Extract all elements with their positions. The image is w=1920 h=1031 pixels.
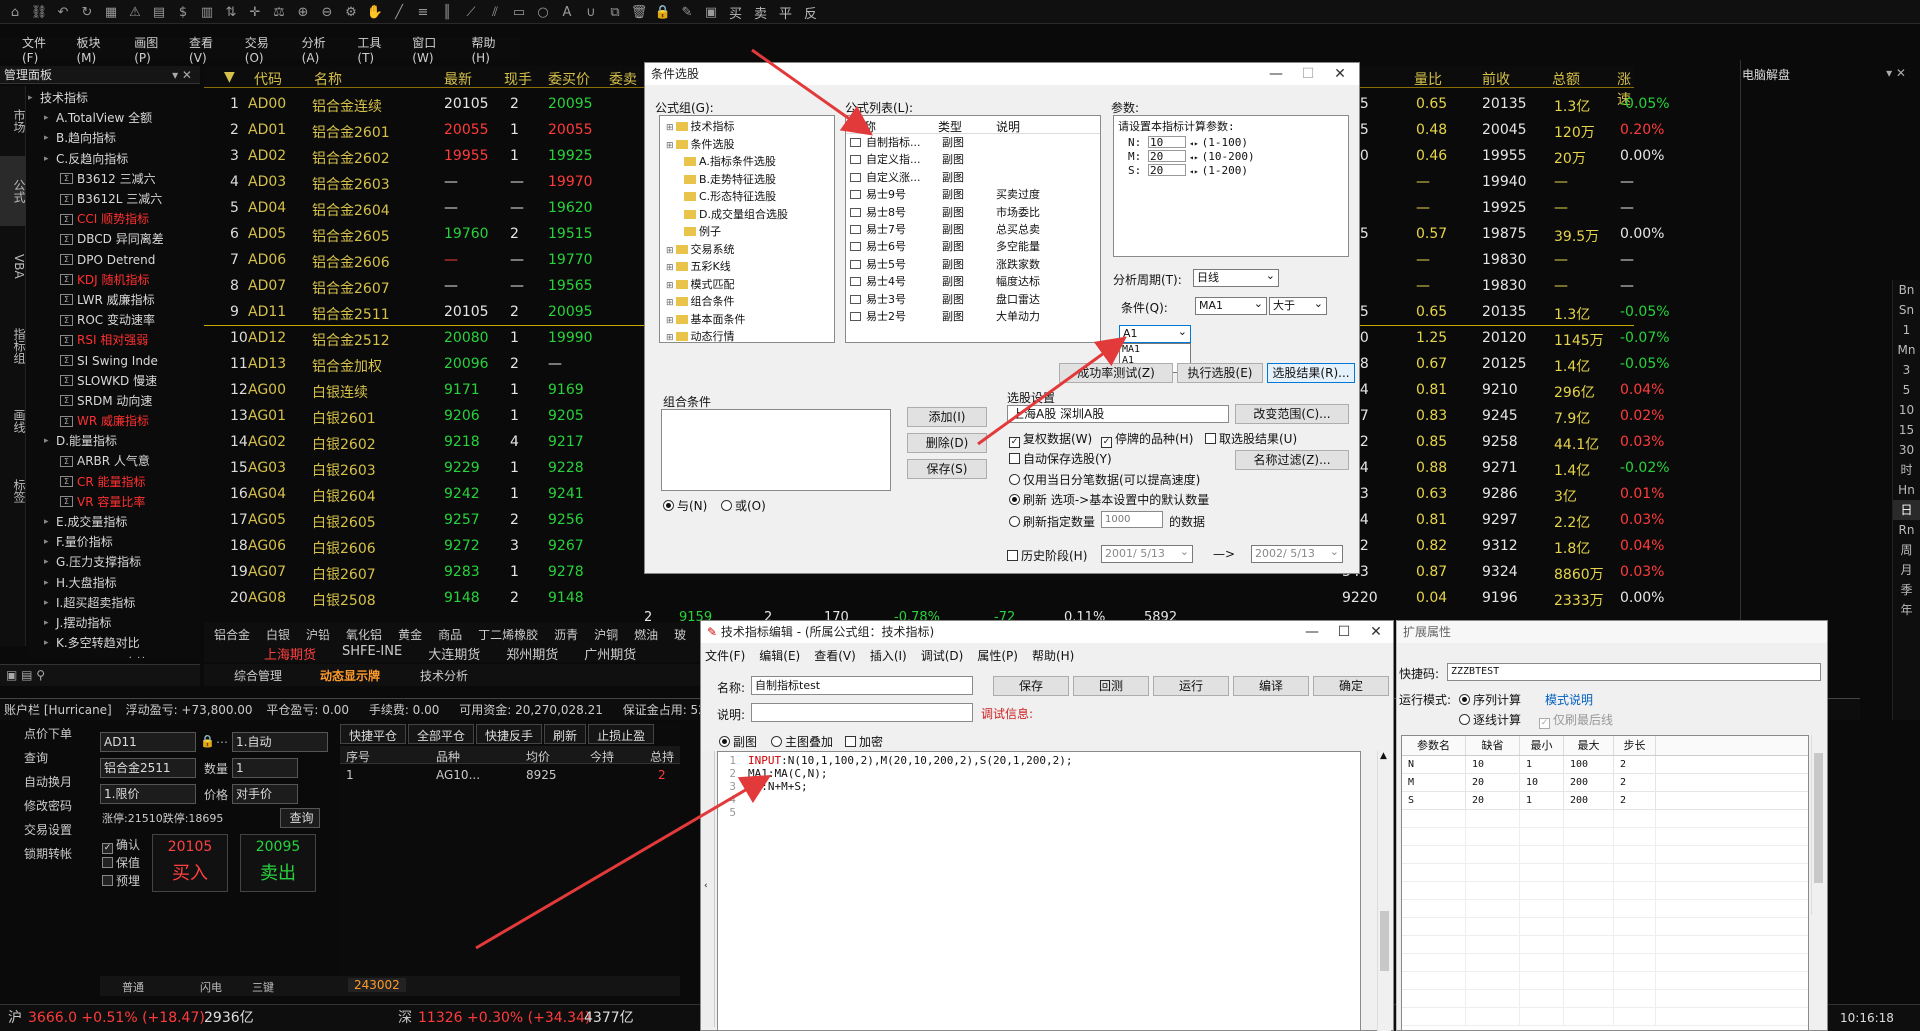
arrow-to-dropdown [977, 336, 1127, 446]
annotation-arrows [475, 48, 1127, 950]
arrow-to-code [475, 774, 772, 950]
arrow-to-formula-list [751, 48, 873, 136]
